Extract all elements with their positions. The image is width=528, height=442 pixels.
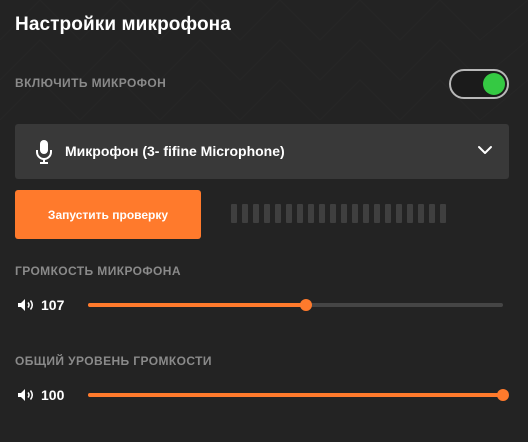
level-bar [297,204,303,223]
level-bar [286,204,292,223]
level-bar [385,204,391,223]
level-bar [275,204,281,223]
level-bar [330,204,336,223]
page-title: Настройки микрофона [15,14,231,35]
master-volume-label: ОБЩИЙ УРОВЕНЬ ГРОМКОСТИ [15,354,212,368]
level-bar [407,204,413,223]
level-bar [319,204,325,223]
level-bar [396,204,402,223]
level-bar [264,204,270,223]
toggle-knob [483,73,505,95]
mic-volume-row: 107 [15,293,509,317]
mic-level-meter [231,204,446,223]
slider-thumb[interactable] [497,389,509,401]
mic-volume-label: ГРОМКОСТЬ МИКРОФОНА [15,264,181,278]
mic-volume-slider[interactable] [88,299,503,311]
level-bar [352,204,358,223]
level-bar [231,204,237,223]
speaker-icon [18,299,33,311]
enable-mic-toggle[interactable] [449,69,509,99]
level-bar [429,204,435,223]
master-volume-row: 100 [15,383,509,407]
slider-fill [88,393,503,397]
level-bar [253,204,259,223]
microphone-icon [36,140,52,164]
level-bar [374,204,380,223]
level-bar [242,204,248,223]
speaker-icon [18,389,33,401]
level-bar [341,204,347,223]
level-bar [440,204,446,223]
enable-mic-label: ВКЛЮЧИТЬ МИКРОФОН [15,76,167,90]
device-name: Микрофон (3- fifine Microphone) [65,143,285,159]
level-bar [363,204,369,223]
microphone-device-select[interactable]: Микрофон (3- fifine Microphone) [15,124,509,179]
slider-thumb[interactable] [300,299,313,311]
start-test-button[interactable]: Запустить проверку [15,190,201,239]
master-volume-slider[interactable] [88,389,509,401]
slider-fill [88,303,307,307]
chevron-down-icon [478,146,492,154]
mic-volume-value: 107 [41,297,65,313]
master-volume-value: 100 [41,387,65,403]
level-bar [308,204,314,223]
level-bar [418,204,424,223]
